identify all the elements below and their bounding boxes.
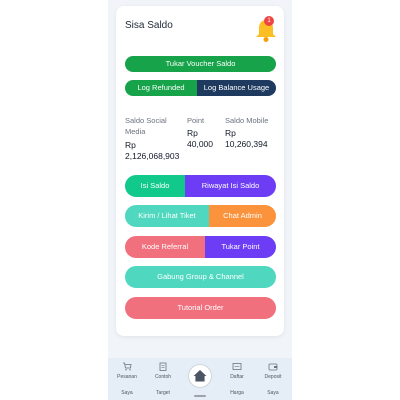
nav-deposit-label-1: Deposit (264, 374, 282, 380)
card-title: Sisa Saldo (125, 20, 173, 31)
social-media-value-2: 2,126,068,903 (125, 151, 180, 161)
clipboard-icon (159, 362, 167, 371)
point-value-2: 40,000 (187, 139, 213, 149)
notification-badge: 1 (264, 16, 274, 26)
log-refunded-button[interactable]: Log Refunded (125, 80, 197, 96)
mobile-value-1: Rp (225, 128, 236, 138)
social-media-label-1: Saldo Social (125, 116, 167, 125)
social-media-value-1: Rp (125, 140, 136, 150)
tutorial-order-button[interactable]: Tutorial Order (125, 297, 276, 319)
nav-daftar-label-1: Daftar (230, 374, 244, 380)
nav-pesanan-label-1: Pesanan (117, 374, 137, 380)
chat-admin-button[interactable]: Chat Admin (209, 205, 276, 227)
riwayat-isi-saldo-button[interactable]: Riwayat Isi Saldo (185, 175, 276, 197)
point-value-1: Rp (187, 128, 198, 138)
price-list-icon (232, 363, 242, 370)
phone-screen: Sisa Saldo 1 Tukar Voucher Saldo Log Ref… (108, 0, 292, 400)
cart-icon (123, 362, 132, 371)
wallet-icon (268, 363, 278, 371)
mobile-label: Saldo Mobile (225, 116, 269, 125)
kode-referral-button[interactable]: Kode Referral (125, 236, 205, 258)
tukar-voucher-button[interactable]: Tukar Voucher Saldo (125, 56, 276, 72)
nav-daftar-label-2: Harga (230, 390, 244, 396)
log-balance-button[interactable]: Log Balance Usage (197, 80, 276, 96)
nav-contoh-label-1: Contoh (154, 374, 172, 380)
home-button[interactable] (188, 364, 212, 388)
isi-saldo-button[interactable]: Isi Saldo (125, 175, 185, 197)
home-icon (193, 370, 207, 382)
social-media-label-2: Media (125, 127, 146, 136)
nav-deposit-label-2: Saya (267, 390, 279, 396)
nav-deposit-saya[interactable]: Deposit Saya (258, 362, 288, 397)
mobile-value-2: 10,260,394 (225, 139, 268, 149)
nav-contoh-label-2: Target (156, 390, 170, 396)
point-label: Point (187, 116, 205, 125)
tukar-point-button[interactable]: Tukar Point (205, 236, 276, 258)
nav-pesanan-saya[interactable]: Pesanan Saya (112, 362, 142, 397)
nav-daftar-harga[interactable]: Daftar Harga (222, 362, 252, 397)
nav-pesanan-label-2: Saya (121, 390, 133, 396)
home-indicator (194, 395, 206, 397)
gabung-group-button[interactable]: Gabung Group & Channel (125, 266, 276, 288)
bottom-navigation: Pesanan Saya Contoh Target Daftar Harga (108, 358, 292, 400)
kirim-tiket-button[interactable]: Kirim / Lihat Tiket (125, 205, 209, 227)
balance-card: Sisa Saldo 1 Tukar Voucher Saldo Log Ref… (116, 6, 284, 336)
nav-contoh-target[interactable]: Contoh Target (148, 362, 178, 397)
